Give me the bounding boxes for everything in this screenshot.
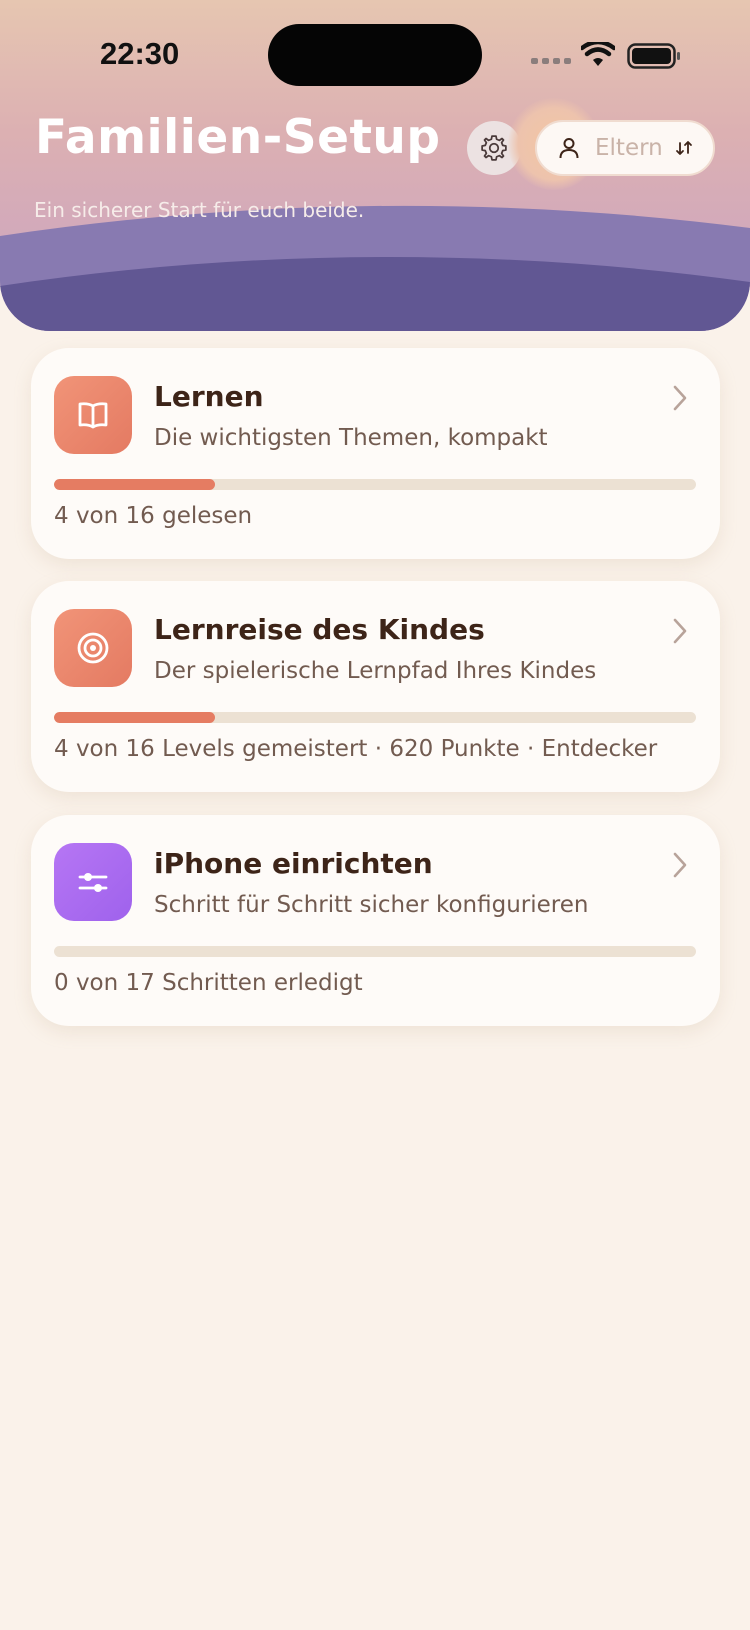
progress-bar — [54, 712, 696, 723]
card-iphone[interactable]: iPhone einrichten Schritt für Schritt si… — [31, 815, 720, 1026]
card-icon-box — [54, 843, 132, 921]
progress-bar — [54, 479, 696, 490]
progress-fill — [54, 479, 215, 490]
card-title: iPhone einrichten — [154, 847, 433, 880]
status-time: 22:30 — [100, 36, 180, 71]
target-icon — [77, 632, 109, 664]
role-switch-button[interactable]: Eltern — [535, 120, 715, 176]
card-icon-box — [54, 609, 132, 687]
page-title: Familien-Setup — [35, 110, 441, 165]
card-description: Die wichtigsten Themen, kompakt — [154, 425, 548, 451]
card-icon-box — [54, 376, 132, 454]
card-status: 4 von 16 gelesen — [54, 503, 253, 529]
status-bar: 22:30 — [0, 0, 750, 110]
progress-fill — [54, 712, 215, 723]
card-lernreise[interactable]: Lernreise des Kindes Der spielerische Le… — [31, 581, 720, 792]
sliders-icon — [78, 873, 108, 892]
header: 22:30 Familien-Setup Ein sicherer Start … — [0, 0, 750, 331]
card-description: Schritt für Schritt sicher konfigurieren — [154, 892, 589, 918]
signal-icon — [531, 58, 571, 64]
role-label: Eltern — [595, 135, 663, 161]
dynamic-island — [268, 24, 482, 86]
card-status: 4 von 16 Levels gemeistert · 620 Punkte … — [54, 736, 658, 762]
card-title: Lernen — [154, 380, 264, 413]
chevron-right-icon — [673, 618, 687, 644]
book-icon — [78, 402, 108, 429]
progress-bar — [54, 946, 696, 957]
card-lernen[interactable]: Lernen Die wichtigsten Themen, kompakt 4… — [31, 348, 720, 559]
card-status: 0 von 17 Schritten erledigt — [54, 970, 363, 996]
chevron-right-icon — [673, 852, 687, 878]
wifi-icon — [581, 42, 615, 66]
chevron-right-icon — [673, 385, 687, 411]
page-subtitle: Ein sicherer Start für euch beide. — [34, 198, 365, 222]
person-icon — [559, 138, 579, 159]
swap-arrows-icon — [676, 141, 692, 155]
gear-icon — [481, 135, 507, 161]
battery-icon — [627, 43, 680, 69]
card-description: Der spielerische Lernpfad Ihres Kindes — [154, 658, 597, 684]
card-title: Lernreise des Kindes — [154, 613, 485, 646]
